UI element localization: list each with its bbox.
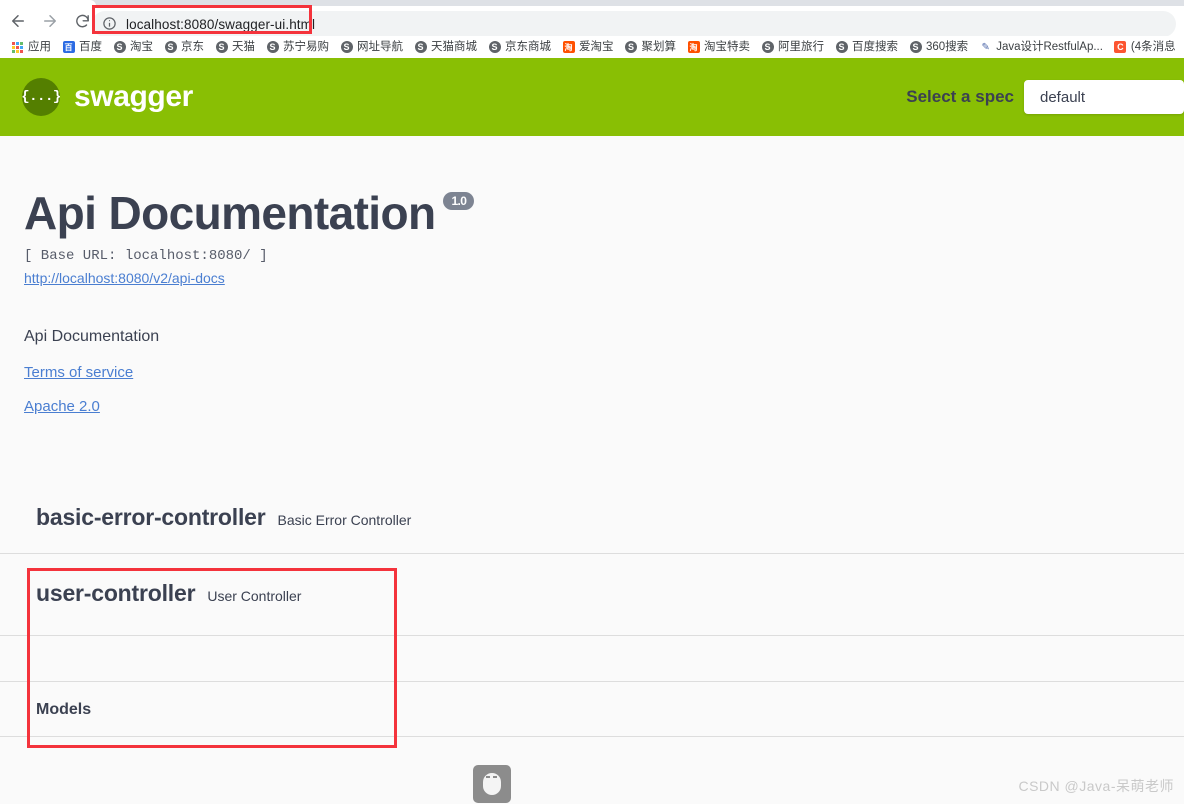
tag-description: User Controller <box>207 588 302 604</box>
license-link[interactable]: Apache 2.0 <box>24 398 100 415</box>
bookmark-label: 百度 <box>79 40 102 53</box>
bookmark-label: 爱淘宝 <box>579 40 614 53</box>
bookmark-ai-taobao[interactable]: 淘 爱淘宝 <box>557 37 619 57</box>
address-bar-text: localhost:8080/swagger-ui.html <box>126 16 316 32</box>
bookmark-label: (4条消息 <box>1130 40 1176 53</box>
swagger-logo[interactable]: {...} swagger <box>21 78 193 116</box>
globe-icon <box>488 41 501 54</box>
bookmark-label: 聚划算 <box>641 40 677 53</box>
divider <box>0 681 1184 682</box>
terms-of-service-link[interactable]: Terms of service <box>24 364 133 381</box>
globe-icon <box>113 41 126 54</box>
broken-image-icon <box>473 765 511 803</box>
bookmark-apps[interactable]: 应用 <box>6 37 56 57</box>
bookmark-label: 京东商城 <box>505 40 551 53</box>
api-title-text: Api Documentation <box>24 187 436 239</box>
taobao-icon: 淘 <box>562 41 575 53</box>
tag-header[interactable]: basic-error-controller Basic Error Contr… <box>0 504 1184 531</box>
divider <box>0 553 1184 554</box>
bookmark-tmall[interactable]: 天猫 <box>210 37 260 57</box>
tag-name: basic-error-controller <box>36 504 266 530</box>
swagger-wordmark: swagger <box>74 80 193 113</box>
bookmark-label: Java设计RestfulAp... <box>996 40 1103 53</box>
doc-icon: ✎ <box>981 41 990 53</box>
globe-icon <box>909 41 922 54</box>
bookmark-label: 阿里旅行 <box>778 40 824 53</box>
api-docs-link[interactable]: http://localhost:8080/v2/api-docs <box>24 270 474 286</box>
bookmark-label: 苏宁易购 <box>283 40 329 53</box>
bookmark-label: 淘宝特卖 <box>704 40 750 53</box>
tag-section-user-controller[interactable]: user-controller User Controller <box>0 580 1184 607</box>
bookmark-tmall-mall[interactable]: 天猫商城 <box>409 37 482 57</box>
bookmark-juhuasuan[interactable]: 聚划算 <box>620 37 682 57</box>
taobao-icon: 淘 <box>687 41 700 53</box>
bookmark-label: 应用 <box>28 40 51 53</box>
bookmark-label: 淘宝 <box>130 40 153 53</box>
reload-icon <box>74 13 91 30</box>
broken-image-glyph <box>483 773 501 795</box>
globe-icon <box>266 41 279 54</box>
version-badge: 1.0 <box>443 192 475 210</box>
apps-grid-icon <box>11 41 24 54</box>
bookmarks-bar: 应用 百 百度 淘宝 京东 天猫 苏宁易购 网址导航 天猫商城 <box>0 36 1184 58</box>
api-description: Api Documentation <box>24 328 160 345</box>
swagger-mark-icon: {...} <box>21 78 61 116</box>
globe-icon <box>340 41 353 54</box>
watermark: CSDN @Java-呆萌老师 <box>1018 778 1174 794</box>
tag-name: user-controller <box>36 580 196 606</box>
bookmark-label: 京东 <box>181 40 204 53</box>
bookmark-label: 天猫 <box>232 40 255 53</box>
bookmark-360-search[interactable]: 360搜索 <box>904 37 973 57</box>
tag-description: Basic Error Controller <box>277 512 412 528</box>
csdn-icon: C <box>1114 41 1127 54</box>
address-bar[interactable]: localhost:8080/swagger-ui.html <box>92 11 1176 37</box>
bookmark-label: 天猫商城 <box>431 40 477 53</box>
back-button[interactable] <box>4 7 32 35</box>
bookmark-taobao[interactable]: 淘宝 <box>108 37 158 57</box>
browser-window: localhost:8080/swagger-ui.html 应用 百 百度 淘… <box>0 0 1184 804</box>
models-section-title[interactable]: Models <box>36 701 91 719</box>
spec-select-value: default <box>1040 88 1086 106</box>
arrow-right-icon <box>41 12 59 30</box>
globe-icon <box>625 41 638 54</box>
spec-selector-label: Select a spec <box>906 87 1014 106</box>
forward-button[interactable] <box>36 7 64 35</box>
spec-selector-area: Select a spec default <box>906 58 1184 136</box>
bookmark-csdn-message[interactable]: C (4条消息 <box>1109 37 1181 57</box>
bookmark-taobao-sale[interactable]: 淘 淘宝特卖 <box>682 37 755 57</box>
bookmark-suning[interactable]: 苏宁易购 <box>261 37 334 57</box>
swagger-content: Api Documentation 1.0 [ Base URL: localh… <box>0 136 1184 804</box>
swagger-topbar: {...} swagger Select a spec default <box>0 58 1184 136</box>
tag-section-basic-error-controller[interactable]: basic-error-controller Basic Error Contr… <box>0 504 1184 531</box>
page-title: Api Documentation 1.0 <box>24 187 475 239</box>
tag-header[interactable]: user-controller User Controller <box>0 580 1184 607</box>
divider <box>0 736 1184 737</box>
bookmark-jingdong[interactable]: 京东 <box>159 37 209 57</box>
globe-icon <box>835 41 848 54</box>
bookmark-jd-mall[interactable]: 京东商城 <box>483 37 556 57</box>
bookmark-baidu[interactable]: 百 百度 <box>57 37 107 57</box>
base-url-text: [ Base URL: localhost:8080/ ] <box>24 248 268 264</box>
globe-icon <box>215 41 228 54</box>
baidu-icon: 百 <box>62 41 75 53</box>
bookmark-nav[interactable]: 网址导航 <box>335 37 408 57</box>
browser-toolbar: localhost:8080/swagger-ui.html <box>0 6 1184 37</box>
bookmark-java-restful[interactable]: ✎ Java设计RestfulAp... <box>974 37 1108 57</box>
globe-icon <box>414 41 427 54</box>
divider <box>0 635 1184 636</box>
globe-icon <box>761 41 774 54</box>
bookmark-baidu-search[interactable]: 百度搜索 <box>830 37 903 57</box>
bookmark-label: 网址导航 <box>357 40 403 53</box>
spec-select[interactable]: default <box>1024 80 1184 114</box>
bookmark-alitrip[interactable]: 阿里旅行 <box>756 37 829 57</box>
arrow-left-icon <box>9 12 27 30</box>
page-info-icon[interactable] <box>102 16 118 32</box>
api-info-block: Api Documentation 1.0 [ Base URL: localh… <box>24 187 475 286</box>
bookmark-label: 360搜索 <box>926 40 969 53</box>
globe-icon <box>164 41 177 54</box>
bookmark-label: 百度搜索 <box>852 40 898 53</box>
